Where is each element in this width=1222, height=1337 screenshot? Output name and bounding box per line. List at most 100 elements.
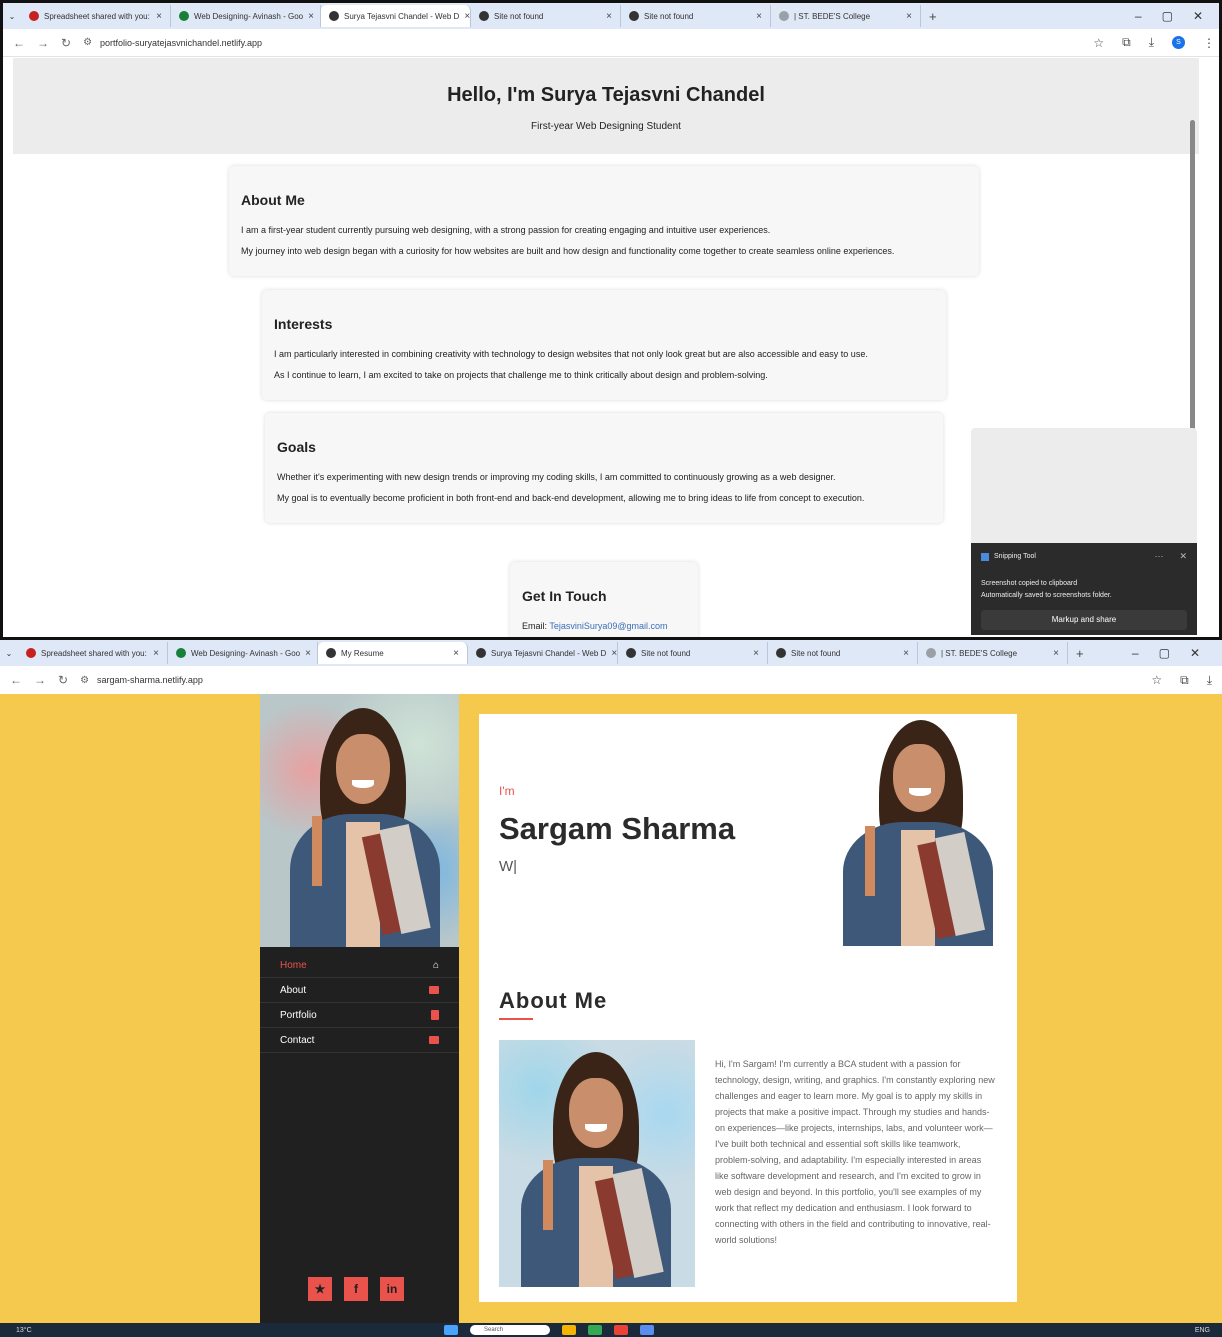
browser-tab[interactable]: Site not found × — [618, 642, 768, 664]
social-links: ★ f in — [308, 1277, 404, 1301]
tab-search-icon[interactable]: ⌄ — [3, 12, 21, 21]
tab-search-icon[interactable]: ⌄ — [0, 649, 18, 658]
browser-tab[interactable]: Web Designing- Avinash - Goo × — [171, 5, 321, 27]
close-window-icon[interactable]: ✕ — [1190, 646, 1200, 660]
start-icon[interactable] — [444, 1325, 458, 1335]
address-bar: ← → ↻ ⚙ portfolio-suryatejasvnichandel.n… — [3, 29, 1219, 57]
language-indicator[interactable]: ENG — [1195, 1327, 1210, 1334]
goals-card: Goals Whether it's experimenting with ne… — [265, 413, 943, 523]
hero-title: Hello, I'm Surya Tejasvni Chandel — [447, 84, 765, 106]
browser-tab[interactable]: Spreadsheet shared with you: × — [21, 5, 171, 27]
nav-home[interactable]: Home ⌂ — [260, 953, 459, 978]
browser-tab[interactable]: Site not found × — [471, 5, 621, 27]
url-field[interactable]: ⚙ portfolio-suryatejasvnichandel.netlify… — [83, 37, 262, 48]
tab-strip: ⌄ Spreadsheet shared with you: × Web Desig… — [0, 640, 1222, 666]
window-controls: – ▢ ✕ — [1135, 9, 1219, 23]
about-card: About Me I am a first-year student curre… — [229, 166, 979, 276]
weather-widget[interactable]: 13°C — [16, 1327, 32, 1334]
app-icon[interactable] — [614, 1325, 628, 1335]
tab-close-icon[interactable]: × — [753, 648, 759, 659]
extensions-icon[interactable]: ⧉ — [1180, 673, 1189, 688]
browser-tab[interactable]: Spreadsheet shared with you: × — [18, 642, 168, 664]
browser-tab[interactable]: Surya Tejasvni Chandel - Web D × — [468, 642, 618, 664]
tab-close-icon[interactable]: × — [305, 648, 311, 659]
profile-name: Sargam Sharma — [499, 811, 736, 846]
forward-icon[interactable]: → — [37, 36, 49, 50]
more-options-icon[interactable]: ··· — [1154, 551, 1163, 562]
tab-close-icon[interactable]: × — [156, 11, 162, 22]
url-field[interactable]: ⚙ sargam-sharma.netlify.app — [80, 675, 203, 686]
back-icon[interactable]: ← — [10, 673, 22, 687]
email-link[interactable]: TejasviniSurya09@gmail.com — [549, 621, 667, 631]
browser-tab[interactable]: Site not found × — [621, 5, 771, 27]
about-paragraph-2: My journey into web design began with a … — [241, 246, 895, 256]
id-card-icon — [429, 986, 439, 994]
tab-close-icon[interactable]: × — [903, 648, 909, 659]
reload-icon[interactable]: ↻ — [61, 36, 71, 50]
bookmark-star-icon[interactable]: ☆ — [1151, 673, 1162, 687]
maximize-icon[interactable]: ▢ — [1162, 9, 1173, 23]
tab-favicon-icon — [626, 648, 636, 658]
about-heading: About Me — [499, 988, 608, 1013]
nav-label-portfolio: Portfolio — [280, 1009, 317, 1021]
tab-close-icon[interactable]: × — [756, 11, 762, 22]
tab-close-icon[interactable]: × — [464, 11, 470, 22]
markup-and-share-button[interactable]: Markup and share — [981, 610, 1187, 630]
tab-favicon-icon — [179, 11, 189, 21]
maximize-icon[interactable]: ▢ — [1159, 646, 1170, 660]
tab-favicon-icon — [779, 11, 789, 21]
download-icon[interactable]: ⤓ — [1207, 673, 1212, 688]
tab-close-icon[interactable]: × — [606, 11, 612, 22]
minimize-icon[interactable]: – — [1135, 9, 1142, 23]
site-info-icon[interactable]: ⚙ — [80, 675, 89, 686]
tab-close-icon[interactable]: × — [611, 648, 617, 659]
url-text: portfolio-suryatejasvnichandel.netlify.a… — [100, 37, 262, 48]
close-window-icon[interactable]: ✕ — [1193, 9, 1203, 23]
browser-tab[interactable]: | ST. BEDE'S College × — [771, 5, 921, 27]
tab-close-icon[interactable]: × — [453, 648, 459, 659]
chrome-icon[interactable] — [588, 1325, 602, 1335]
minimize-icon[interactable]: – — [1132, 646, 1139, 660]
menu-kebab-icon[interactable]: ⋮ — [1203, 36, 1215, 50]
bookmark-star-icon[interactable]: ☆ — [1093, 36, 1104, 50]
teams-icon[interactable] — [640, 1325, 654, 1335]
snipping-tool-icon — [981, 552, 989, 561]
close-icon[interactable]: ✕ — [1179, 551, 1187, 562]
browser-tab[interactable]: My Resume × — [318, 642, 468, 664]
tab-favicon-icon — [476, 648, 486, 658]
reload-icon[interactable]: ↻ — [58, 673, 68, 687]
facebook-icon[interactable]: f — [344, 1277, 368, 1301]
browser-tab[interactable]: | ST. BEDE'S College × — [918, 642, 1068, 664]
nav-about[interactable]: About — [260, 978, 459, 1003]
new-tab-icon[interactable]: + — [921, 9, 945, 24]
profile-avatar[interactable]: S — [1172, 36, 1185, 49]
taskbar-search[interactable]: Search — [470, 1325, 550, 1335]
tab-favicon-icon — [776, 648, 786, 658]
browser-tab[interactable]: Surya Tejasvni Chandel - Web D × — [321, 5, 471, 27]
file-explorer-icon[interactable] — [562, 1325, 576, 1335]
tab-favicon-icon — [926, 648, 936, 658]
nav-portfolio[interactable]: Portfolio — [260, 1003, 459, 1028]
windows-taskbar: 13°C Search ENG — [0, 1323, 1222, 1337]
tab-close-icon[interactable]: × — [906, 11, 912, 22]
new-tab-icon[interactable]: + — [1068, 646, 1092, 661]
nav-contact[interactable]: Contact — [260, 1028, 459, 1053]
extensions-icon[interactable]: ⧉ — [1122, 35, 1131, 50]
twitter-icon[interactable]: ★ — [308, 1277, 332, 1301]
main-content-card: I'm Sargam Sharma W| About Me Hi, I'm Sa… — [479, 714, 1017, 1302]
tab-close-icon[interactable]: × — [153, 648, 159, 659]
about-photo — [499, 1040, 695, 1287]
download-icon[interactable]: ⤓ — [1149, 35, 1154, 50]
site-info-icon[interactable]: ⚙ — [83, 37, 92, 48]
browser-tab[interactable]: Site not found × — [768, 642, 918, 664]
toast-preview — [971, 428, 1197, 543]
linkedin-icon[interactable]: in — [380, 1277, 404, 1301]
browser-tab[interactable]: Web Designing- Avinash - Goo × — [168, 642, 318, 664]
typed-role-text: W| — [499, 858, 518, 875]
tab-title: Web Designing- Avinash - Goo — [194, 11, 304, 21]
tab-favicon-icon — [479, 11, 489, 21]
back-icon[interactable]: ← — [13, 36, 25, 50]
forward-icon[interactable]: → — [34, 673, 46, 687]
tab-close-icon[interactable]: × — [1053, 648, 1059, 659]
tab-close-icon[interactable]: × — [308, 11, 314, 22]
